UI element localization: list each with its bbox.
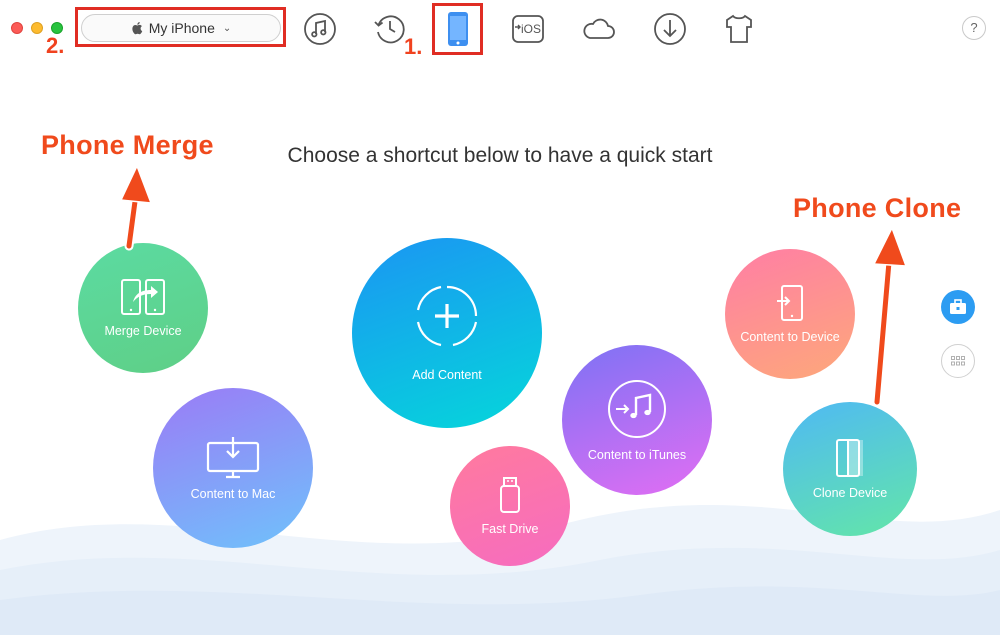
add-icon bbox=[416, 285, 478, 347]
itunes-icon bbox=[608, 380, 666, 438]
fast-drive-button[interactable]: Fast Drive bbox=[450, 446, 570, 566]
grid-icon bbox=[951, 356, 965, 366]
add-content-label: Add Content bbox=[412, 368, 482, 382]
content-to-mac-label: Content to Mac bbox=[190, 487, 276, 501]
history-icon[interactable] bbox=[372, 11, 408, 47]
merge-device-label: Merge Device bbox=[104, 324, 182, 338]
content-to-itunes-label: Content to iTunes bbox=[587, 448, 687, 462]
merge-device-icon bbox=[121, 279, 165, 315]
download-icon[interactable] bbox=[652, 11, 688, 47]
cloud-icon[interactable] bbox=[581, 11, 617, 47]
clone-device-icon bbox=[836, 439, 863, 477]
clone-device-button[interactable]: Clone Device bbox=[783, 402, 917, 536]
phone-clone-arrow bbox=[872, 226, 908, 407]
toolbox-icon bbox=[950, 299, 966, 314]
title-bar: My iPhone ⌄ 2. 1. iOS ? bbox=[0, 0, 1000, 59]
music-icon[interactable] bbox=[302, 11, 338, 47]
content-to-itunes-button[interactable]: Content to iTunes bbox=[562, 345, 712, 495]
monitor-download-icon bbox=[206, 437, 260, 479]
phone-import-icon bbox=[777, 285, 803, 321]
app-grid-button[interactable] bbox=[941, 344, 975, 378]
tshirt-icon[interactable] bbox=[721, 11, 757, 47]
content-to-device-button[interactable]: Content to Device bbox=[725, 249, 855, 379]
close-window-button[interactable] bbox=[11, 22, 23, 34]
minimize-window-button[interactable] bbox=[31, 22, 43, 34]
add-content-button[interactable]: Add Content bbox=[352, 238, 542, 428]
merge-device-button[interactable]: Merge Device bbox=[78, 243, 208, 373]
clone-device-label: Clone Device bbox=[812, 486, 888, 500]
help-button[interactable]: ? bbox=[962, 16, 986, 40]
content-to-mac-button[interactable]: Content to Mac bbox=[153, 388, 313, 548]
content-to-device-label: Content to Device bbox=[740, 330, 840, 344]
step-1-marker: 1. bbox=[404, 34, 423, 59]
phone-clone-annotation: Phone Clone bbox=[793, 193, 962, 223]
phone-merge-arrow bbox=[119, 164, 153, 251]
to-ios-icon[interactable]: iOS bbox=[510, 11, 546, 47]
toolbox-button[interactable] bbox=[941, 290, 975, 324]
usb-drive-icon bbox=[500, 477, 520, 513]
highlight-box-phone bbox=[432, 3, 483, 55]
fast-drive-label: Fast Drive bbox=[481, 522, 539, 536]
phone-merge-annotation: Phone Merge bbox=[41, 130, 214, 160]
highlight-box-device-selector bbox=[75, 7, 286, 47]
svg-text:iOS: iOS bbox=[521, 22, 541, 36]
step-2-marker: 2. bbox=[46, 33, 65, 58]
